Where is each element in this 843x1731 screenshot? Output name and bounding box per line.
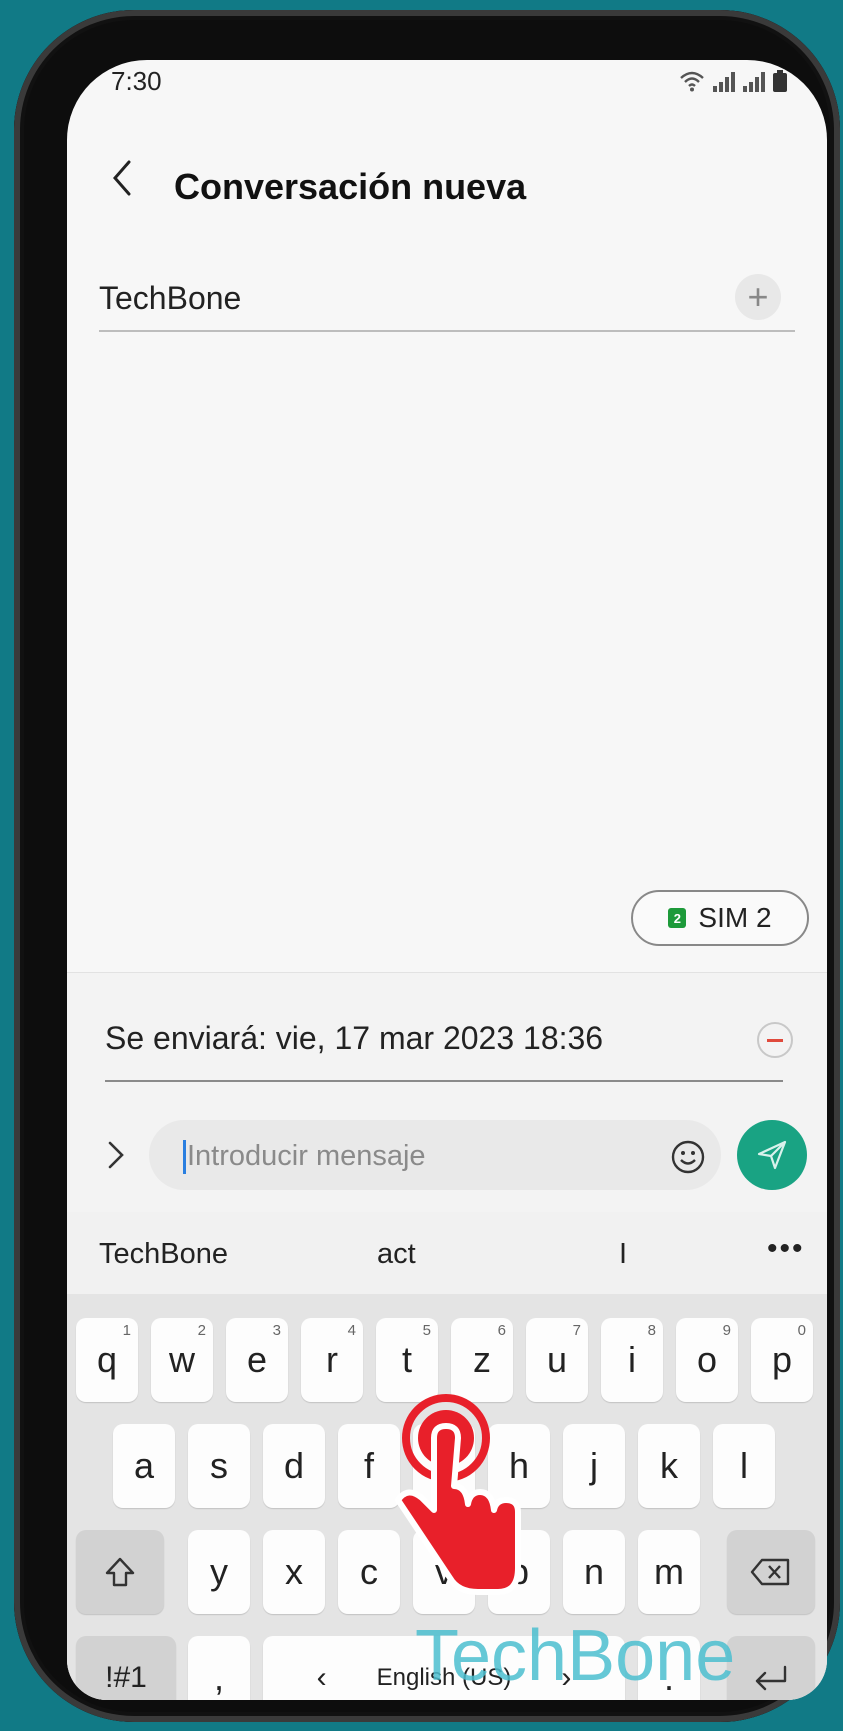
signal-icon bbox=[743, 72, 765, 92]
watermark: TechBone bbox=[415, 1616, 736, 1696]
backspace-key[interactable] bbox=[727, 1530, 815, 1614]
tap-hand-icon bbox=[395, 1394, 521, 1595]
shift-icon bbox=[105, 1557, 135, 1587]
enter-icon bbox=[755, 1665, 787, 1691]
sim-badge: 2 bbox=[668, 908, 687, 928]
recipient-field[interactable]: TechBone bbox=[99, 280, 241, 317]
key-m[interactable]: m bbox=[638, 1530, 700, 1614]
message-input[interactable] bbox=[185, 1126, 649, 1186]
key-j[interactable]: j bbox=[563, 1424, 625, 1508]
suggestion-item[interactable]: act bbox=[377, 1238, 416, 1271]
key-w[interactable]: 2w bbox=[151, 1318, 213, 1402]
page-title: Conversación nueva bbox=[174, 166, 527, 207]
text-cursor bbox=[183, 1140, 186, 1174]
remove-schedule-button[interactable] bbox=[757, 1022, 793, 1058]
enter-key[interactable] bbox=[727, 1636, 815, 1700]
back-button[interactable] bbox=[103, 158, 143, 198]
schedule-divider bbox=[105, 1080, 783, 1082]
key-x[interactable]: x bbox=[263, 1530, 325, 1614]
battery-icon bbox=[773, 70, 787, 92]
lang-prev-icon: ‹ bbox=[316, 1661, 327, 1694]
add-recipient-button[interactable]: + bbox=[735, 274, 781, 320]
key-s[interactable]: s bbox=[188, 1424, 250, 1508]
key-k[interactable]: k bbox=[638, 1424, 700, 1508]
key-n[interactable]: n bbox=[563, 1530, 625, 1614]
signal-icon bbox=[713, 72, 735, 92]
key-e[interactable]: 3e bbox=[226, 1318, 288, 1402]
suggestion-item[interactable]: TechBone bbox=[99, 1238, 228, 1271]
key-q[interactable]: 1q bbox=[76, 1318, 138, 1402]
key-i[interactable]: 8i bbox=[601, 1318, 663, 1402]
key-t[interactable]: 5t bbox=[376, 1318, 438, 1402]
plus-icon: + bbox=[747, 276, 769, 317]
smiley-icon[interactable] bbox=[671, 1140, 705, 1174]
sim-label: SIM 2 bbox=[698, 902, 772, 933]
symbols-key[interactable]: !#1 bbox=[76, 1636, 176, 1700]
minus-circle-icon bbox=[767, 1038, 783, 1042]
key-r[interactable]: 4r bbox=[301, 1318, 363, 1402]
expand-options-button[interactable] bbox=[101, 1140, 131, 1170]
backspace-icon bbox=[750, 1558, 790, 1586]
send-button[interactable] bbox=[737, 1120, 807, 1190]
suggestion-item[interactable]: I bbox=[619, 1238, 627, 1271]
send-icon bbox=[757, 1140, 787, 1170]
status-time: 7:30 bbox=[111, 66, 162, 96]
more-suggestions-button[interactable]: ••• bbox=[767, 1232, 805, 1266]
wifi-icon bbox=[680, 71, 704, 92]
key-a[interactable]: a bbox=[113, 1424, 175, 1508]
key-z[interactable]: 6z bbox=[451, 1318, 513, 1402]
comma-key[interactable]: , bbox=[188, 1636, 250, 1700]
scheduled-send-text[interactable]: Se enviará: vie, 17 mar 2023 18:36 bbox=[105, 1020, 603, 1057]
sim-selector-button[interactable]: 2 SIM 2 bbox=[631, 890, 809, 946]
key-u[interactable]: 7u bbox=[526, 1318, 588, 1402]
status-icons bbox=[679, 70, 787, 92]
key-d[interactable]: d bbox=[263, 1424, 325, 1508]
key-p[interactable]: 0p bbox=[751, 1318, 813, 1402]
key-o[interactable]: 9o bbox=[676, 1318, 738, 1402]
shift-key[interactable] bbox=[76, 1530, 164, 1614]
key-l[interactable]: l bbox=[713, 1424, 775, 1508]
key-y[interactable]: y bbox=[188, 1530, 250, 1614]
recipient-divider bbox=[99, 330, 795, 332]
